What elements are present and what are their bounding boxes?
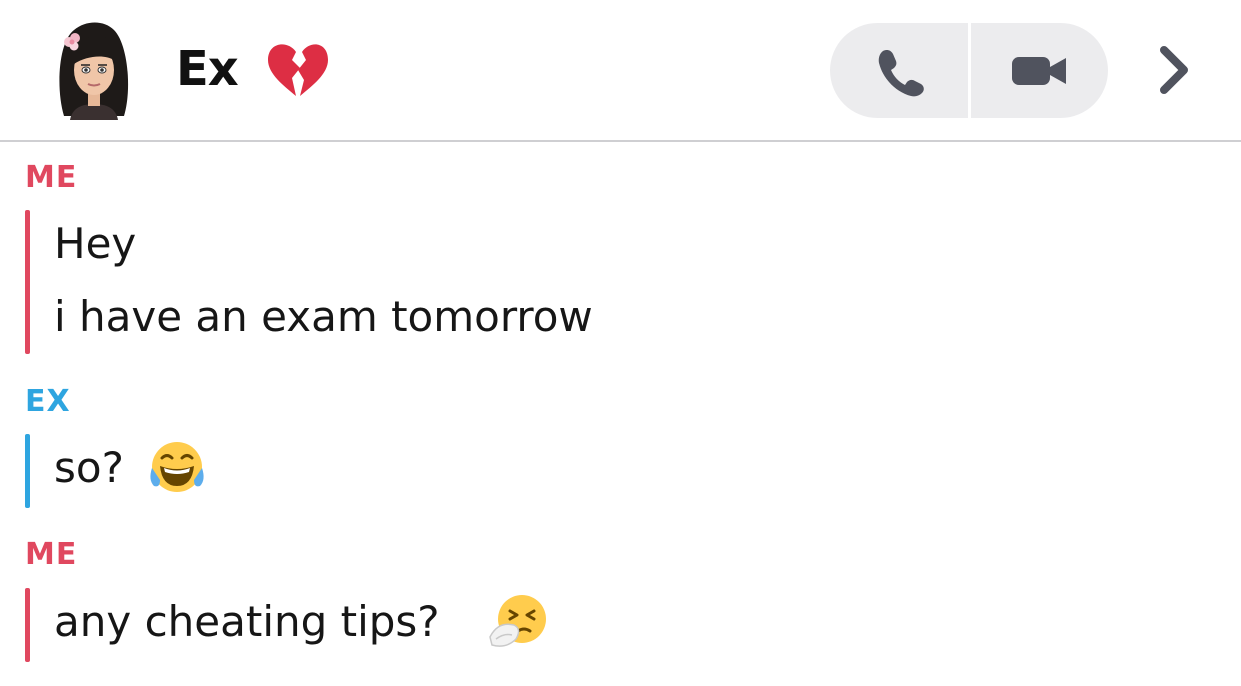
broken-heart-icon [266,38,330,100]
sender-label-me: ME [25,537,78,572]
contact-name[interactable]: Ex [176,36,239,102]
tears-of-joy-emoji-icon [146,436,208,498]
sender-label-ex: EX [25,384,71,419]
message-text: any cheating tips? [54,597,440,646]
message-text: so? [54,443,124,492]
video-call-button[interactable] [971,23,1108,118]
message-text: i have an exam tomorrow [54,292,593,341]
message-accent-bar [25,588,30,662]
chat-header: Ex [0,0,1241,142]
sneezing-face-emoji-icon [488,591,550,653]
avatar[interactable] [52,20,136,120]
phone-icon [878,49,924,96]
message-text: Hey [54,219,137,268]
video-camera-icon [1011,56,1066,85]
message-accent-bar [25,434,30,508]
call-button-group [830,23,1108,118]
chevron-right-icon[interactable] [1152,44,1194,96]
message-accent-bar [25,210,30,354]
audio-call-button[interactable] [830,23,968,118]
sender-label-me: ME [25,160,78,195]
